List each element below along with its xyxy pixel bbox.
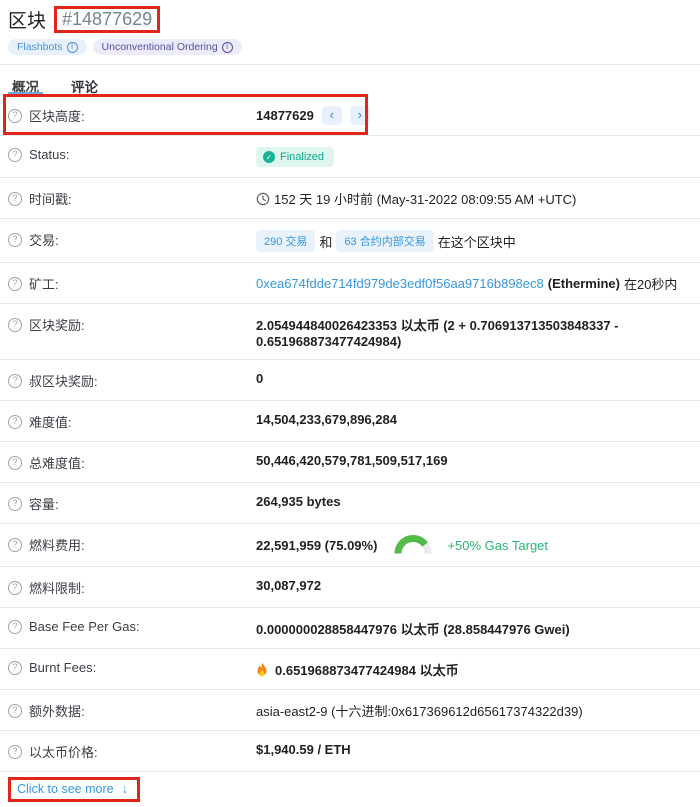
row-total-difficulty: ? 总难度值: 50,446,420,579,781,509,517,169 — [0, 442, 700, 483]
row-difficulty: ? 难度值: 14,504,233,679,896,284 — [0, 401, 700, 442]
clock-icon — [256, 192, 270, 206]
help-icon[interactable]: ? — [8, 620, 22, 634]
help-icon[interactable]: ? — [8, 192, 22, 206]
row-gas-used: ? 燃料费用: 22,591,959 (75.09%) +50% Gas Tar… — [0, 524, 700, 567]
row-label-text: 难度值: — [29, 412, 72, 431]
total-difficulty-value: 50,446,420,579,781,509,517,169 — [256, 453, 448, 468]
row-size: ? 容量: 264,935 bytes — [0, 483, 700, 524]
next-block-button[interactable]: › — [350, 106, 370, 125]
info-icon[interactable]: i — [67, 42, 78, 53]
row-label-text: 容量: — [29, 494, 59, 513]
help-icon[interactable]: ? — [8, 415, 22, 429]
annotation-box-see-more: Click to see more ↓ — [8, 777, 140, 802]
unconventional-ordering-badge[interactable]: Unconventional Ordering i — [93, 39, 242, 55]
miner-time-suffix: 在20秒内 — [624, 274, 677, 293]
base-fee-value: 0.000000028858447976 以太币 (28.858447976 G… — [256, 619, 570, 638]
row-label-text: 总难度值: — [29, 453, 85, 472]
help-icon[interactable]: ? — [8, 704, 22, 718]
transactions-count-badge[interactable]: 290 交易 — [256, 230, 315, 252]
help-icon[interactable]: ? — [8, 148, 22, 162]
extra-data-value: asia-east2-9 (十六进制:0x617369612d656173743… — [256, 701, 583, 720]
row-block-reward: ? 区块奖励: 2.054944840026423353 以太币 (2 + 0.… — [0, 304, 700, 360]
row-extra-data: ? 额外数据: asia-east2-9 (十六进制:0x617369612d6… — [0, 690, 700, 731]
flashbots-badge[interactable]: Flashbots i — [8, 39, 87, 55]
row-label-text: 区块高度: — [29, 106, 85, 125]
row-label-text: 交易: — [29, 230, 59, 249]
help-icon[interactable]: ? — [8, 745, 22, 759]
tab-overview[interactable]: 概况 — [8, 74, 43, 95]
gas-limit-value: 30,087,972 — [256, 578, 321, 593]
row-base-fee: ? Base Fee Per Gas: 0.000000028858447976… — [0, 608, 700, 649]
row-label-text: 燃料限制: — [29, 578, 85, 597]
gas-gauge-icon — [393, 535, 433, 556]
row-label-text: 矿工: — [29, 274, 59, 293]
help-icon[interactable]: ? — [8, 109, 22, 123]
miner-name: (Ethermine) — [548, 276, 620, 291]
row-burnt-fees: ? Burnt Fees: 0.651968873477424984 以太币 — [0, 649, 700, 690]
row-label-text: 区块奖励: — [29, 315, 85, 334]
block-details-page: 区块 #14877629 Flashbots i Unconventional … — [0, 0, 700, 807]
gas-used-value: 22,591,959 (75.09%) — [256, 538, 377, 553]
status-badge-label: Finalized — [280, 151, 324, 163]
help-icon[interactable]: ? — [8, 374, 22, 388]
difficulty-value: 14,504,233,679,896,284 — [256, 412, 397, 427]
row-label-text: Base Fee Per Gas: — [29, 619, 140, 634]
block-reward-value: 2.054944840026423353 以太币 (2 + 0.70691371… — [256, 315, 692, 349]
see-more-link[interactable]: Click to see more — [17, 782, 114, 796]
transactions-joiner: 和 — [319, 232, 332, 251]
status-badge: ✓ Finalized — [256, 147, 334, 167]
row-label-text: Burnt Fees: — [29, 660, 96, 675]
burnt-fees-value: 0.651968873477424984 以太币 — [275, 660, 459, 679]
eth-price-value: $1,940.59 / ETH — [256, 742, 351, 757]
row-miner: ? 矿工: 0xea674fdde714fd979de3edf0f56aa971… — [0, 263, 700, 304]
row-label-text: 叔区块奖励: — [29, 371, 98, 390]
row-status: ? Status: ✓ Finalized — [0, 136, 700, 178]
help-icon[interactable]: ? — [8, 318, 22, 332]
row-eth-price: ? 以太币价格: $1,940.59 / ETH — [0, 731, 700, 772]
info-icon[interactable]: i — [222, 42, 233, 53]
help-icon[interactable]: ? — [8, 497, 22, 511]
internal-transactions-badge[interactable]: 63 合约内部交易 — [336, 230, 433, 252]
row-transactions: ? 交易: 290 交易 和 63 合约内部交易 在这个区块中 — [0, 219, 700, 263]
size-value: 264,935 bytes — [256, 494, 341, 509]
page-title: 区块 — [8, 6, 46, 33]
flame-icon — [256, 662, 268, 677]
row-label-text: 时间戳: — [29, 189, 72, 208]
help-icon[interactable]: ? — [8, 456, 22, 470]
help-icon[interactable]: ? — [8, 233, 22, 247]
row-timestamp: ? 时间戳: 152 天 19 小时前 (May-31-2022 08:09:5… — [0, 178, 700, 219]
block-detail-table: ? 区块高度: 14877629 ‹ › ? Status: ✓ Finaliz… — [0, 95, 700, 772]
see-more-arrow-icon[interactable]: ↓ — [122, 782, 128, 796]
previous-block-button[interactable]: ‹ — [322, 106, 342, 125]
tab-bar: 概况 评论 — [0, 64, 700, 95]
flashbots-badge-label: Flashbots — [17, 41, 63, 53]
ordering-badge-label: Unconventional Ordering — [102, 41, 218, 53]
block-number: #14877629 — [62, 9, 152, 29]
row-label-text: 燃料费用: — [29, 535, 85, 554]
help-icon[interactable]: ? — [8, 661, 22, 675]
row-label-text: Status: — [29, 147, 69, 162]
tab-comments[interactable]: 评论 — [67, 74, 102, 95]
row-uncle-reward: ? 叔区块奖励: 0 — [0, 360, 700, 401]
miner-address-link[interactable]: 0xea674fdde714fd979de3edf0f56aa9716b898e… — [256, 276, 544, 291]
block-height-value: 14877629 — [256, 108, 314, 123]
help-icon[interactable]: ? — [8, 581, 22, 595]
help-icon[interactable]: ? — [8, 538, 22, 552]
page-header: 区块 #14877629 Flashbots i Unconventional … — [0, 0, 700, 55]
card-footer: Click to see more ↓ — [0, 772, 700, 807]
uncle-reward-value: 0 — [256, 371, 263, 386]
check-icon: ✓ — [263, 151, 275, 163]
timestamp-value: 152 天 19 小时前 (May-31-2022 08:09:55 AM +U… — [274, 189, 576, 208]
row-label-text: 以太币价格: — [29, 742, 98, 761]
annotation-box-block-number: #14877629 — [54, 6, 160, 33]
gas-target-label: +50% Gas Target — [447, 538, 548, 553]
row-gas-limit: ? 燃料限制: 30,087,972 — [0, 567, 700, 608]
row-label-text: 额外数据: — [29, 701, 85, 720]
transactions-suffix: 在这个区块中 — [438, 232, 516, 251]
help-icon[interactable]: ? — [8, 277, 22, 291]
row-block-height: ? 区块高度: 14877629 ‹ › — [0, 95, 700, 136]
